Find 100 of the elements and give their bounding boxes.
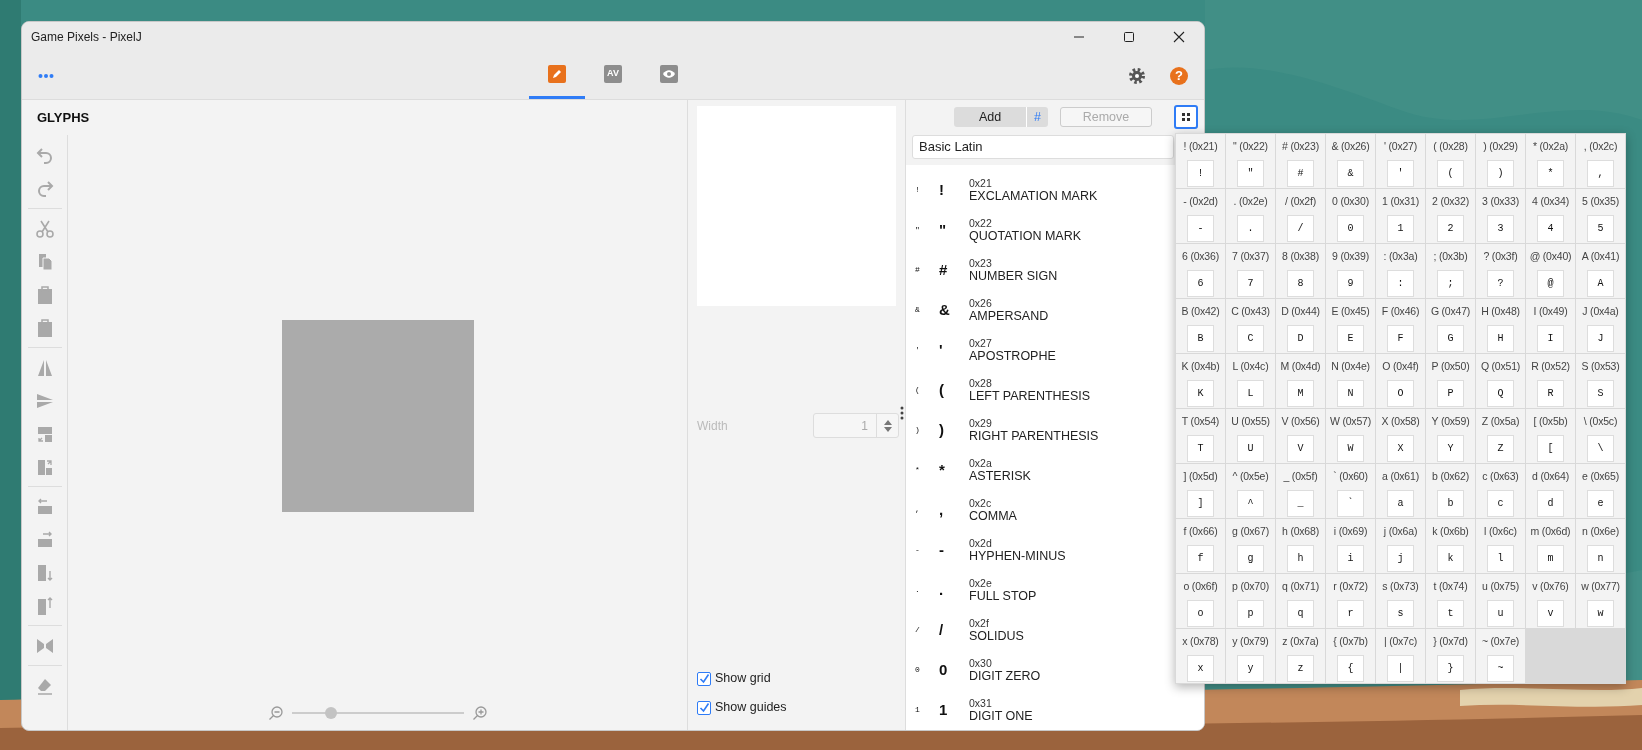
glyph-cell[interactable]: N (0x4e) N <box>1326 354 1375 408</box>
maximize-icon[interactable] <box>1123 31 1135 43</box>
glyph-cell[interactable]: ; (0x3b) ; <box>1426 244 1475 298</box>
glyph-cell[interactable]: 8 (0x38) 8 <box>1276 244 1325 298</box>
checkbox[interactable] <box>697 700 711 715</box>
glyph-cell[interactable]: 3 (0x33) 3 <box>1476 189 1525 243</box>
glyph-cell[interactable]: { (0x7b) { <box>1326 629 1375 683</box>
glyph-cell[interactable]: | (0x7c) | <box>1376 629 1425 683</box>
glyph-cell[interactable]: & (0x26) & <box>1326 134 1375 188</box>
slider-thumb[interactable] <box>325 707 338 719</box>
glyph-cell[interactable]: J (0x4a) J <box>1576 299 1625 353</box>
glyph-cell[interactable]: G (0x47) G <box>1426 299 1475 353</box>
glyph-cell[interactable]: O (0x4f) O <box>1376 354 1425 408</box>
glyph-cell[interactable]: e (0x65) e <box>1576 464 1625 518</box>
add-button[interactable]: Add <box>954 107 1026 127</box>
glyph-cell[interactable]: o (0x6f) o <box>1176 574 1225 628</box>
glyph-cell[interactable]: f (0x66) f <box>1176 519 1225 573</box>
glyph-cell[interactable]: V (0x56) V <box>1276 409 1325 463</box>
glyph-cell[interactable]: s (0x73) s <box>1376 574 1425 628</box>
glyph-cell[interactable]: ( (0x28) ( <box>1426 134 1475 188</box>
glyph-cell[interactable]: x (0x78) x <box>1176 629 1225 683</box>
zoom-in-icon[interactable] <box>471 705 488 721</box>
glyph-cell[interactable]: j (0x6a) j <box>1376 519 1425 573</box>
glyph-cell[interactable]: C (0x43) C <box>1226 299 1275 353</box>
block-dropdown[interactable]: Basic Latin <box>912 135 1174 159</box>
glyph-cell[interactable]: Q (0x51) Q <box>1476 354 1525 408</box>
grid-view-button[interactable] <box>1174 105 1198 129</box>
glyph-cell[interactable]: X (0x58) X <box>1376 409 1425 463</box>
glyph-cell[interactable]: \ (0x5c) \ <box>1576 409 1625 463</box>
glyph-cell[interactable]: c (0x63) c <box>1476 464 1525 518</box>
checkbox-label[interactable]: Show grid <box>715 669 771 688</box>
splitter-handle-icon[interactable] <box>900 406 904 420</box>
glyph-cell[interactable]: T (0x54) T <box>1176 409 1225 463</box>
glyph-cell[interactable]: b (0x62) b <box>1426 464 1475 518</box>
glyph-cell[interactable]: @ (0x40) @ <box>1526 244 1575 298</box>
glyph-cell[interactable]: n (0x6e) n <box>1576 519 1625 573</box>
glyph-cell[interactable]: M (0x4d) M <box>1276 354 1325 408</box>
glyph-cell[interactable]: / (0x2f) / <box>1276 189 1325 243</box>
glyph-cell[interactable]: v (0x76) v <box>1526 574 1575 628</box>
glyph-cell[interactable]: P (0x50) P <box>1426 354 1475 408</box>
glyph-cell[interactable]: w (0x77) w <box>1576 574 1625 628</box>
glyph-cell[interactable]: ] (0x5d) ] <box>1176 464 1225 518</box>
glyph-cell[interactable]: A (0x41) A <box>1576 244 1625 298</box>
glyph-cell[interactable]: _ (0x5f) _ <box>1276 464 1325 518</box>
glyph-cell[interactable]: # (0x23) # <box>1276 134 1325 188</box>
glyph-cell[interactable]: K (0x4b) K <box>1176 354 1225 408</box>
glyph-cell[interactable]: r (0x72) r <box>1326 574 1375 628</box>
glyph-cell[interactable]: ^ (0x5e) ^ <box>1226 464 1275 518</box>
glyph-cell[interactable]: U (0x55) U <box>1226 409 1275 463</box>
glyph-cell[interactable]: W (0x57) W <box>1326 409 1375 463</box>
glyph-cell[interactable]: g (0x67) g <box>1226 519 1275 573</box>
glyph-cell[interactable]: , (0x2c) , <box>1576 134 1625 188</box>
glyph-cell[interactable]: y (0x79) y <box>1226 629 1275 683</box>
glyph-cell[interactable]: ~ (0x7e) ~ <box>1476 629 1525 683</box>
close-icon[interactable] <box>1173 31 1185 43</box>
glyph-cell[interactable]: ? (0x3f) ? <box>1476 244 1525 298</box>
glyph-cell[interactable]: t (0x74) t <box>1426 574 1475 628</box>
glyph-cell[interactable]: h (0x68) h <box>1276 519 1325 573</box>
glyph-cell[interactable]: 2 (0x32) 2 <box>1426 189 1475 243</box>
glyph-cell[interactable]: m (0x6d) m <box>1526 519 1575 573</box>
glyph-cell[interactable]: B (0x42) B <box>1176 299 1225 353</box>
glyph-cell[interactable]: * (0x2a) * <box>1526 134 1575 188</box>
glyph-cell[interactable]: D (0x44) D <box>1276 299 1325 353</box>
checkbox-label[interactable]: Show guides <box>715 698 787 717</box>
glyph-cell[interactable]: : (0x3a) : <box>1376 244 1425 298</box>
glyph-cell[interactable]: ' (0x27) ' <box>1376 134 1425 188</box>
glyph-cell[interactable]: L (0x4c) L <box>1226 354 1275 408</box>
glyph-cell[interactable]: ! (0x21) ! <box>1176 134 1225 188</box>
glyph-cell[interactable]: F (0x46) F <box>1376 299 1425 353</box>
glyph-cell[interactable]: z (0x7a) z <box>1276 629 1325 683</box>
glyph-cell[interactable]: a (0x61) a <box>1376 464 1425 518</box>
checkbox[interactable] <box>697 671 711 686</box>
glyph-cell[interactable]: 0 (0x30) 0 <box>1326 189 1375 243</box>
glyph-cell[interactable]: I (0x49) I <box>1526 299 1575 353</box>
glyph-cell[interactable]: S (0x53) S <box>1576 354 1625 408</box>
glyph-cell[interactable]: l (0x6c) l <box>1476 519 1525 573</box>
glyph-cell[interactable]: 9 (0x39) 9 <box>1326 244 1375 298</box>
glyph-cell[interactable]: - (0x2d) - <box>1176 189 1225 243</box>
menu-icon[interactable] <box>38 72 54 79</box>
glyph-cell[interactable]: } (0x7d) } <box>1426 629 1475 683</box>
glyph-cell[interactable]: R (0x52) R <box>1526 354 1575 408</box>
glyph-cell[interactable]: . (0x2e) . <box>1226 189 1275 243</box>
glyph-cell[interactable]: d (0x64) d <box>1526 464 1575 518</box>
glyph-cell[interactable]: Y (0x59) Y <box>1426 409 1475 463</box>
glyph-cell[interactable]: k (0x6b) k <box>1426 519 1475 573</box>
glyph-cell[interactable]: [ (0x5b) [ <box>1526 409 1575 463</box>
glyph-cell[interactable]: ` (0x60) ` <box>1326 464 1375 518</box>
glyph-cell[interactable]: 4 (0x34) 4 <box>1526 189 1575 243</box>
glyph-cell[interactable]: 5 (0x35) 5 <box>1576 189 1625 243</box>
glyph-cell[interactable]: q (0x71) q <box>1276 574 1325 628</box>
glyph-cell[interactable]: 7 (0x37) 7 <box>1226 244 1275 298</box>
glyph-cell[interactable]: E (0x45) E <box>1326 299 1375 353</box>
glyph-cell[interactable]: " (0x22) " <box>1226 134 1275 188</box>
glyph-cell[interactable]: 6 (0x36) 6 <box>1176 244 1225 298</box>
glyph-cell[interactable]: p (0x70) p <box>1226 574 1275 628</box>
glyph-cell[interactable]: ) (0x29) ) <box>1476 134 1525 188</box>
glyph-cell[interactable]: H (0x48) H <box>1476 299 1525 353</box>
zoom-out-icon[interactable] <box>267 705 284 721</box>
glyph-cell[interactable]: u (0x75) u <box>1476 574 1525 628</box>
glyph-cell[interactable]: 1 (0x31) 1 <box>1376 189 1425 243</box>
